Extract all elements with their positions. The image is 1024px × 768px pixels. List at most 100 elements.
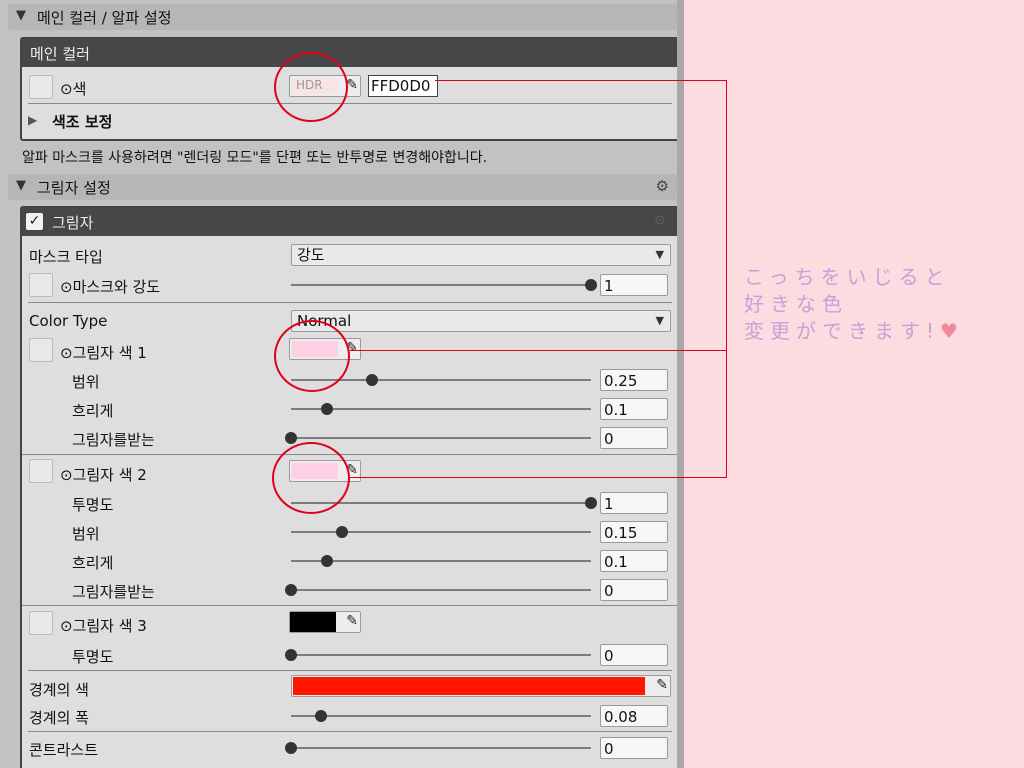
- section-main-alpha[interactable]: ▼ 메인 컬러 / 알파 설정: [8, 4, 677, 30]
- shadow1-blur-slider[interactable]: [291, 408, 591, 410]
- triangle-right-icon[interactable]: ▶: [28, 113, 37, 127]
- divider: [28, 670, 672, 671]
- shadow3-color-label: ⊙그림자 색 3: [60, 617, 147, 635]
- annotation-line-3-text: 変更ができます!: [744, 319, 941, 343]
- shadow2-range-input[interactable]: 0.15: [600, 521, 668, 543]
- heart-icon: ♥: [940, 319, 958, 343]
- contrast-label: 콘트라스트: [29, 741, 99, 759]
- contrast-slider[interactable]: [291, 747, 591, 749]
- divider: [22, 454, 678, 455]
- shadow3-opacity-slider[interactable]: [291, 654, 591, 656]
- shadow2-blur-knob[interactable]: [321, 555, 333, 567]
- shadow3-color-swatch[interactable]: [290, 612, 336, 632]
- shadow3-color-field[interactable]: ✎: [289, 611, 361, 633]
- main-color-title: 메인 컬러: [30, 45, 90, 63]
- divider: [28, 731, 672, 732]
- shadow1-texture-slot[interactable]: [29, 338, 53, 362]
- shadow-title: 그림자: [52, 214, 94, 232]
- gear-icon[interactable]: ⚙: [656, 177, 669, 195]
- mask-strength-input[interactable]: 1: [600, 274, 668, 296]
- border-width-knob[interactable]: [315, 710, 327, 722]
- contrast-input[interactable]: 0: [600, 737, 668, 759]
- triangle-down-icon[interactable]: ▼: [16, 178, 26, 193]
- shadow1-receive-knob[interactable]: [285, 432, 297, 444]
- shadow2-receive-slider[interactable]: [291, 589, 591, 591]
- color-type-label: Color Type: [29, 312, 108, 330]
- border-color-label: 경계의 색: [29, 681, 89, 699]
- color-type-select[interactable]: Normal ▼: [291, 310, 671, 332]
- section-shadow[interactable]: ▼ 그림자 설정 ⚙: [8, 174, 677, 200]
- mask-strength-label: ⊙마스크와 강도: [60, 278, 161, 296]
- mask-strength-knob[interactable]: [585, 279, 597, 291]
- chevron-down-icon: ▼: [655, 314, 664, 327]
- shadow2-blur-input[interactable]: 0.1: [600, 550, 668, 572]
- shadow2-receive-label: 그림자를받는: [72, 583, 155, 601]
- connector-line: [350, 350, 727, 351]
- highlight-circle-shadow1: [274, 320, 350, 392]
- divider: [28, 103, 672, 104]
- mask-type-label: 마스크 타입: [29, 248, 103, 266]
- chevron-down-icon: ▼: [655, 248, 664, 261]
- triangle-down-icon[interactable]: ▼: [16, 8, 26, 23]
- border-color-field[interactable]: ✎: [291, 675, 671, 697]
- shadow2-range-label: 범위: [72, 525, 100, 543]
- divider: [28, 302, 672, 303]
- annotation-line-3: 変更ができます!♥: [744, 315, 958, 344]
- shadow3-opacity-knob[interactable]: [285, 649, 297, 661]
- shadow2-opacity-knob[interactable]: [585, 497, 597, 509]
- connector-line: [350, 477, 727, 478]
- shadow2-receive-input[interactable]: 0: [600, 579, 668, 601]
- eyedropper-icon[interactable]: ✎: [346, 613, 358, 629]
- shadow1-receive-input[interactable]: 0: [600, 427, 668, 449]
- shadow1-blur-knob[interactable]: [321, 403, 333, 415]
- border-color-swatch[interactable]: [293, 677, 645, 695]
- shadow1-blur-input[interactable]: 0.1: [600, 398, 668, 420]
- shadow2-opacity-input[interactable]: 1: [600, 492, 668, 514]
- hex-color-input[interactable]: FFD0D0: [368, 75, 438, 97]
- shadow2-color-label: ⊙그림자 색 2: [60, 466, 147, 484]
- shadow1-receive-slider[interactable]: [291, 437, 591, 439]
- shadow2-texture-slot[interactable]: [29, 459, 53, 483]
- checkbox-checked-icon[interactable]: ✓: [26, 213, 43, 230]
- hue-correction-label[interactable]: 색조 보정: [52, 111, 112, 132]
- shadow2-range-knob[interactable]: [336, 526, 348, 538]
- mask-type-select[interactable]: 강도 ▼: [291, 244, 671, 266]
- mask-type-value: 강도: [297, 246, 325, 264]
- connector-line: [435, 80, 727, 81]
- shadow3-texture-slot[interactable]: [29, 611, 53, 635]
- highlight-circle-main-color: [274, 52, 348, 122]
- shadow2-blur-label: 흐리게: [72, 554, 114, 572]
- main-color-header: 메인 컬러: [22, 39, 678, 67]
- connector-line: [726, 80, 727, 478]
- mask-strength-slider[interactable]: [291, 284, 591, 286]
- inspector-panel: ▼ 메인 컬러 / 알파 설정 메인 컬러 ⊙색 HDR ✎ FFD0D0 ▶ …: [0, 0, 684, 768]
- annotation-line-1: こっちをいじると: [744, 265, 951, 289]
- shadow2-receive-knob[interactable]: [285, 584, 297, 596]
- mask-texture-slot[interactable]: [29, 273, 53, 297]
- shadow2-blur-slider[interactable]: [291, 560, 591, 562]
- shadow1-range-knob[interactable]: [366, 374, 378, 386]
- shadow1-blur-label: 흐리게: [72, 402, 114, 420]
- main-color-box: 메인 컬러 ⊙색 HDR ✎ FFD0D0 ▶ 색조 보정: [20, 37, 680, 141]
- annotation-line-2: 好きな色: [744, 292, 848, 316]
- border-width-slider[interactable]: [291, 715, 591, 717]
- shadow1-color-label: ⊙그림자 색 1: [60, 344, 147, 362]
- divider: [22, 605, 678, 606]
- border-width-label: 경계의 폭: [29, 709, 89, 727]
- shadow1-range-input[interactable]: 0.25: [600, 369, 668, 391]
- highlight-circle-shadow2: [272, 442, 350, 514]
- contrast-knob[interactable]: [285, 742, 297, 754]
- eyedropper-icon[interactable]: ✎: [346, 77, 358, 93]
- shadow1-receive-label: 그림자를받는: [72, 431, 155, 449]
- gear-icon[interactable]: ⚙: [653, 213, 666, 229]
- section-main-alpha-title: 메인 컬러 / 알파 설정: [37, 9, 172, 27]
- section-shadow-title: 그림자 설정: [37, 179, 111, 197]
- shadow3-opacity-input[interactable]: 0: [600, 644, 668, 666]
- eyedropper-icon[interactable]: ✎: [656, 677, 668, 693]
- shadow2-opacity-label: 투명도: [72, 496, 114, 514]
- shadow-box: ✓ 그림자 ⚙ 마스크 타입 강도 ▼ ⊙마스크와 강도 1 Color Typ…: [20, 206, 680, 768]
- border-width-input[interactable]: 0.08: [600, 705, 668, 727]
- alpha-mask-note: 알파 마스크를 사용하려면 "렌더링 모드"를 단편 또는 반투명로 변경해야합…: [22, 150, 488, 166]
- shadow-header: ✓ 그림자 ⚙: [22, 208, 678, 236]
- main-color-texture-slot[interactable]: [29, 75, 53, 99]
